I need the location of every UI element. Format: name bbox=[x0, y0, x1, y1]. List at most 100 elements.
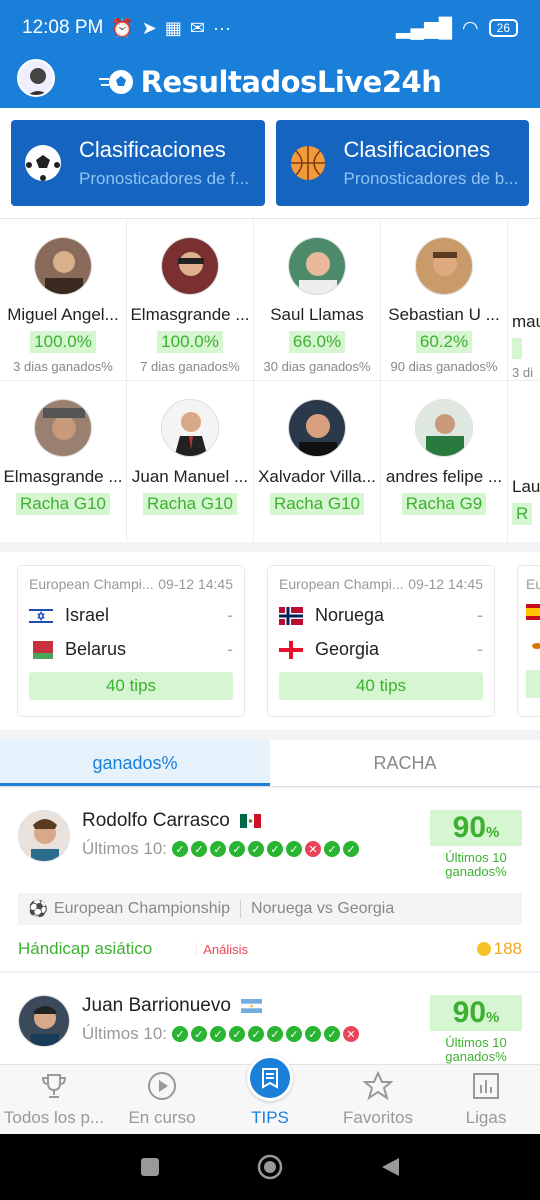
match-card[interactable]: European Champi... 09-12 14:45 Israel - … bbox=[17, 565, 245, 717]
last10-label: Últimos 10: bbox=[82, 1024, 168, 1043]
loss-result-icon: ✕ bbox=[343, 1026, 360, 1042]
avatar bbox=[18, 995, 70, 1047]
avatar bbox=[18, 810, 70, 862]
last-10-results: Últimos 10: ✓ ✓ ✓ ✓ ✓ ✓ ✓ ✕ ✓ ✓ bbox=[82, 839, 430, 859]
israel-flag-icon bbox=[29, 606, 53, 625]
tipster-name: Elmasgrande ... bbox=[130, 305, 250, 324]
nav-label: En curso bbox=[128, 1108, 196, 1127]
tab-ganados[interactable]: ganados% bbox=[0, 740, 270, 786]
win-result-icon: ✓ bbox=[191, 841, 208, 857]
tips-button[interactable] bbox=[526, 670, 540, 698]
tipster-name: Xalvador Villa... bbox=[258, 467, 376, 486]
avatar bbox=[34, 237, 92, 295]
pct-label: Últimos 10 ganados% bbox=[445, 1035, 507, 1064]
tipster-card[interactable]: Juan Manuel ... Racha G10 bbox=[127, 381, 254, 542]
match-time: 09-12 14:45 bbox=[408, 576, 483, 592]
pct-unit: % bbox=[486, 1009, 500, 1026]
nav-favoritos[interactable]: Favoritos bbox=[324, 1065, 432, 1134]
argentina-flag-icon bbox=[240, 999, 262, 1013]
streak-row: Elmasgrande ... Racha G10 Juan Manuel ..… bbox=[0, 381, 540, 542]
team-name: Belarus bbox=[65, 639, 127, 659]
match-league: Eur bbox=[526, 576, 540, 592]
signal-icon: ▂▄▆█ bbox=[395, 17, 453, 39]
app-header: ResultadosLive24h bbox=[0, 56, 540, 108]
play-circle-icon bbox=[148, 1072, 176, 1100]
nav-en-curso[interactable]: En curso bbox=[108, 1065, 216, 1134]
tipster-sub: 3 di bbox=[512, 365, 533, 380]
tips-button[interactable]: 40 tips bbox=[29, 672, 233, 700]
tipster-card[interactable]: andres felipe ... Racha G9 bbox=[381, 381, 508, 542]
profile-avatar[interactable] bbox=[17, 59, 55, 97]
georgia-flag-icon bbox=[279, 640, 303, 659]
nav-todos[interactable]: Todos los p... bbox=[0, 1065, 108, 1134]
win-result-icon: ✓ bbox=[172, 1026, 189, 1042]
tipster-card[interactable]: Lau R bbox=[508, 381, 540, 542]
tipster-card[interactable]: mau 3 di bbox=[508, 219, 540, 380]
home-icon[interactable] bbox=[257, 1154, 283, 1180]
win-result-icon: ✓ bbox=[248, 1026, 265, 1042]
away-team: Belarus - bbox=[29, 639, 233, 660]
nav-label: Todos los p... bbox=[3, 1108, 105, 1127]
tips-button[interactable]: 40 tips bbox=[279, 672, 483, 700]
tip-card[interactable]: Rodolfo Carrasco Últimos 10: ✓ ✓ ✓ ✓ ✓ ✓ ✓ ✕ ✓ ✓ … bbox=[0, 788, 540, 972]
tipster-name: Rodolfo Carrasco bbox=[82, 810, 230, 831]
nav-tips[interactable]: TIPS bbox=[216, 1055, 324, 1134]
team-name: Noruega bbox=[315, 605, 385, 625]
basketball-ranking-card[interactable]: Clasificaciones Pronosticadores de b... bbox=[275, 120, 529, 206]
tipster-card[interactable]: Elmasgrande ... 100.0% 7 dias ganados% bbox=[127, 219, 254, 380]
card-title: Clasificaciones bbox=[79, 137, 226, 162]
logo-text: ResultadosLive24h bbox=[140, 65, 442, 99]
loss-result-icon: ✕ bbox=[305, 841, 322, 857]
tip-card[interactable]: Juan Barrionuevo Últimos 10: ✓ ✓ ✓ ✓ ✓ ✓ ✓ ✓ ✓ ✕ … bbox=[0, 973, 540, 1064]
tipster-card[interactable]: Xalvador Villa... Racha G10 bbox=[254, 381, 381, 542]
match-card[interactable]: Eur bbox=[517, 565, 540, 717]
recent-apps-icon[interactable] bbox=[139, 1156, 161, 1178]
tipster-value: 60.2% bbox=[415, 331, 473, 353]
tipster-card[interactable]: Saul Llamas 66.0% 30 dias ganados% bbox=[254, 219, 381, 380]
tipster-value: 66.0% bbox=[288, 331, 346, 353]
app-logo: ResultadosLive24h bbox=[98, 65, 442, 99]
tipster-card[interactable]: Sebastian U ... 60.2% 90 dias ganados% bbox=[381, 219, 508, 380]
tipster-name: Saul Llamas bbox=[270, 305, 364, 324]
trophy-icon bbox=[41, 1074, 67, 1098]
win-result-icon: ✓ bbox=[286, 841, 303, 857]
card-subtitle: Pronosticadores de b... bbox=[343, 169, 519, 188]
back-icon[interactable] bbox=[379, 1156, 401, 1178]
tipster-card[interactable]: Elmasgrande ... Racha G10 bbox=[0, 381, 127, 542]
win-result-icon: ✓ bbox=[286, 1026, 303, 1042]
nav-label: Ligas bbox=[465, 1108, 507, 1127]
tipster-name: Elmasgrande ... bbox=[3, 467, 123, 486]
avatar bbox=[288, 399, 346, 457]
event-info[interactable]: ⚽ European Championship Noruega vs Georg… bbox=[18, 893, 522, 925]
coin-icon bbox=[476, 942, 491, 956]
norway-flag-icon bbox=[279, 606, 303, 625]
tipster-name: andres felipe ... bbox=[385, 467, 503, 486]
nav-label: Favoritos bbox=[343, 1108, 413, 1127]
tipster-name: Miguel Angel... bbox=[7, 305, 119, 324]
belarus-flag-icon bbox=[29, 640, 53, 659]
team-score: - bbox=[477, 605, 483, 625]
tipster-name: Lau bbox=[512, 477, 540, 496]
tipster-name: Juan Barrionuevo bbox=[82, 995, 231, 1016]
match-time: 09-12 14:45 bbox=[158, 576, 233, 592]
status-time: 12:08 PM bbox=[22, 17, 104, 38]
team-name: Georgia bbox=[315, 639, 380, 659]
tips-tabs: ganados% RACHA bbox=[0, 740, 540, 787]
football-ranking-card[interactable]: Clasificaciones Pronosticadores de f... bbox=[11, 120, 265, 206]
team-name: Israel bbox=[65, 605, 110, 625]
last-10-results: Últimos 10: ✓ ✓ ✓ ✓ ✓ ✓ ✓ ✓ ✓ ✕ bbox=[82, 1024, 430, 1044]
match-league: European Champi... bbox=[29, 576, 154, 592]
avatar bbox=[161, 237, 219, 295]
match-card[interactable]: European Champi... 09-12 14:45 Noruega -… bbox=[267, 565, 495, 717]
pct-label: Últimos 10 ganados% bbox=[445, 850, 507, 879]
analysis-link[interactable]: Análisis bbox=[196, 941, 248, 957]
tab-racha[interactable]: RACHA bbox=[270, 740, 540, 786]
tipster-value: 100.0% bbox=[157, 331, 223, 353]
soccer-ball-icon bbox=[25, 145, 61, 181]
nav-ligas[interactable]: Ligas bbox=[432, 1065, 540, 1134]
home-team: Israel - bbox=[29, 605, 233, 626]
classifications-row: Clasificaciones Pronosticadores de f... … bbox=[0, 108, 540, 218]
winrate-row: Miguel Angel... 100.0% 3 dias ganados% E… bbox=[0, 219, 540, 381]
tipster-card[interactable]: Miguel Angel... 100.0% 3 dias ganados% bbox=[0, 219, 127, 380]
win-result-icon: ✓ bbox=[229, 1026, 246, 1042]
